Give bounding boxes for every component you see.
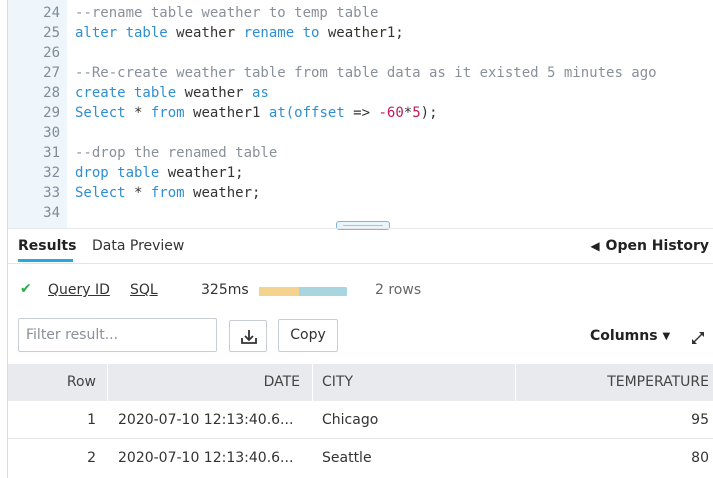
code-text: drop table weather1; — [75, 163, 244, 183]
code-token: weather; — [184, 185, 261, 201]
line-number: 27 — [43, 65, 60, 81]
header-temperature[interactable]: TEMPERATURE — [516, 364, 709, 401]
code-token: create table — [75, 85, 177, 101]
code-token: weather — [167, 25, 244, 41]
code-token: alter table — [75, 25, 168, 41]
line-number: 25 — [43, 25, 60, 41]
code-token: Select — [75, 185, 126, 201]
line-number: 29 — [43, 105, 60, 121]
sql-editor[interactable]: 24 --rename table weather to temp table 25… — [8, 0, 713, 228]
cell-row: 2 — [87, 450, 96, 466]
copy-button[interactable]: Copy — [278, 319, 338, 352]
header-row[interactable]: Row — [8, 364, 96, 401]
open-history-button[interactable]: ◀ Open History — [590, 238, 709, 254]
arrow-left-icon: ◀ — [590, 239, 600, 253]
duration-bar — [259, 287, 347, 296]
line-number: 32 — [43, 165, 60, 181]
line-number: 34 — [43, 205, 60, 221]
code-text: --drop the renamed table — [75, 143, 277, 163]
header-city[interactable]: CITY — [322, 364, 502, 401]
code-text: create table weather as — [75, 83, 269, 103]
code-token: * — [125, 105, 151, 121]
line-number: 30 — [43, 125, 60, 141]
line-number: 28 — [43, 85, 60, 101]
columns-dropdown[interactable]: Columns ▼ — [590, 328, 670, 344]
tab-results[interactable]: Results — [18, 238, 76, 254]
table-row[interactable]: 1 2020-07-10 12:13:40.6... Chicago 95 — [8, 401, 713, 439]
cell-temperature: 95 — [691, 412, 709, 428]
code-token: weather1; — [159, 165, 244, 181]
code-token: weather1 — [184, 105, 269, 121]
code-token: ); — [420, 105, 438, 121]
table-row[interactable]: 2 2020-07-10 12:13:40.6... Seattle 80 — [8, 439, 713, 477]
cell-city: Chicago — [322, 412, 379, 428]
header-date[interactable]: DATE — [108, 364, 300, 401]
filter-result-input[interactable] — [18, 318, 217, 352]
query-id-link[interactable]: Query ID — [48, 282, 110, 298]
code-token: --drop the renamed table — [75, 145, 278, 161]
code-token: as — [252, 85, 269, 101]
query-duration: 325ms — [201, 282, 249, 298]
code-token: weather1; — [319, 25, 404, 41]
code-text: --rename table weather to temp table — [75, 3, 378, 23]
line-number: 24 — [43, 5, 60, 21]
cell-temperature: 80 — [691, 450, 709, 466]
cell-date: 2020-07-10 12:13:40.6... — [118, 412, 294, 428]
code-token: 5 — [412, 105, 421, 121]
code-text: Select * from weather; — [75, 183, 260, 203]
code-token: * — [403, 105, 413, 121]
results-table-header: Row DATE CITY TEMPERATURE — [8, 364, 713, 401]
duration-bar-compile — [259, 287, 299, 296]
row-count: 2 rows — [375, 282, 422, 298]
code-text: --Re-create weather table from table dat… — [75, 63, 657, 83]
code-token: weather — [176, 85, 253, 101]
code-token: --Re-create weather table from table dat… — [75, 65, 657, 81]
expand-icon[interactable] — [689, 329, 707, 347]
download-button[interactable] — [229, 320, 267, 352]
code-token: rename to — [243, 25, 320, 41]
code-token: drop table — [75, 165, 160, 181]
code-token: => — [344, 105, 379, 121]
caret-down-icon: ▼ — [662, 331, 671, 342]
line-number: 31 — [43, 145, 60, 161]
code-token: * — [125, 185, 151, 201]
open-history-label: Open History — [605, 238, 709, 254]
cell-city: Seattle — [322, 450, 372, 466]
code-token: at(offset — [268, 105, 345, 121]
check-icon: ✔ — [20, 281, 32, 297]
code-token: -60 — [378, 105, 404, 121]
results-tabs: Results Data Preview ◀ Open History — [8, 229, 713, 264]
code-token: --rename table weather to temp table — [75, 5, 379, 21]
code-token: from — [150, 185, 185, 201]
columns-label: Columns — [590, 328, 658, 344]
tab-data-preview[interactable]: Data Preview — [92, 238, 184, 254]
code-token: from — [150, 105, 185, 121]
line-number: 33 — [43, 185, 60, 201]
line-number: 26 — [43, 45, 60, 61]
cell-date: 2020-07-10 12:13:40.6... — [118, 450, 294, 466]
code-text: Select * from weather1 at(offset => -60*… — [75, 103, 438, 123]
cell-row: 1 — [87, 412, 96, 428]
query-info: ✔ Query ID SQL 325ms 2 rows — [8, 280, 713, 302]
code-text: alter table weather rename to weather1; — [75, 23, 404, 43]
download-icon — [241, 330, 257, 344]
code-token: Select — [75, 105, 126, 121]
active-tab-indicator — [18, 259, 73, 262]
sql-link[interactable]: SQL — [130, 282, 158, 298]
column-divider[interactable] — [312, 364, 313, 401]
